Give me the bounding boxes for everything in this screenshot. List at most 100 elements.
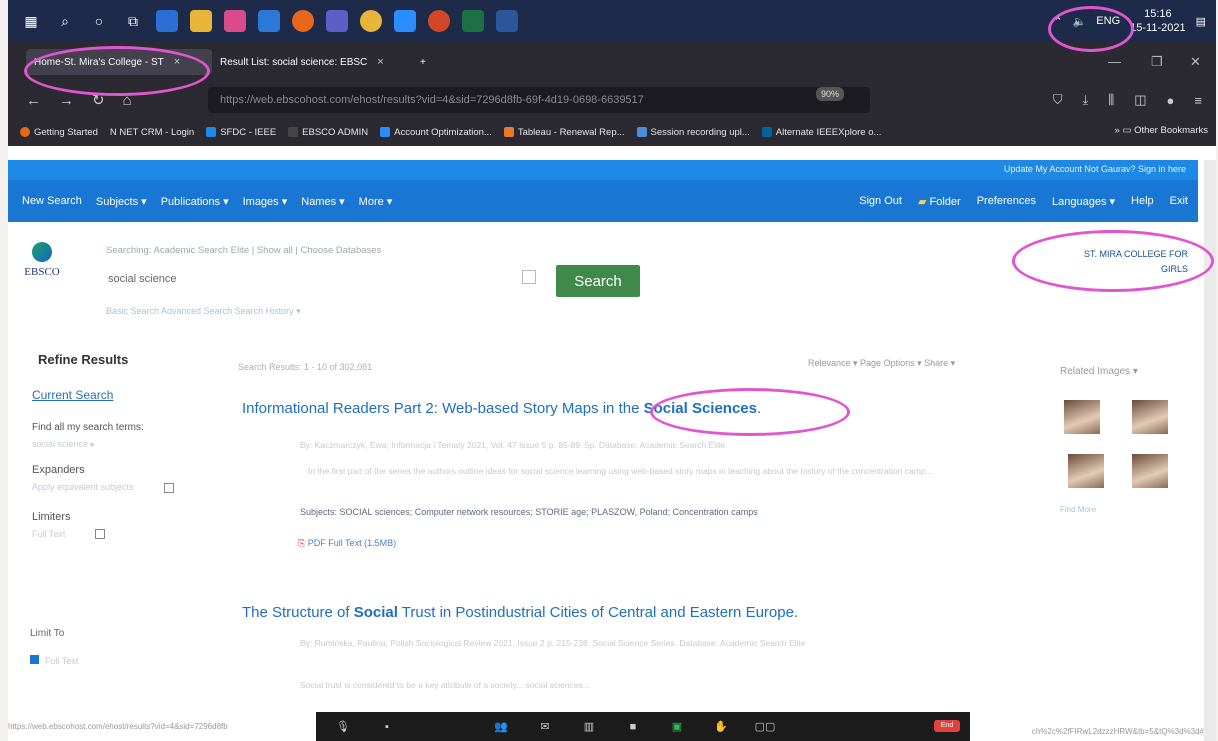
- minimize-icon[interactable]: —: [1108, 54, 1121, 69]
- chat-icon[interactable]: ✉: [528, 720, 562, 733]
- task-view-icon[interactable]: ⧉: [122, 10, 144, 32]
- sort-options[interactable]: Relevance ▾ Page Options ▾ Share ▾: [808, 358, 955, 369]
- library-icon[interactable]: ⫼: [1108, 92, 1114, 108]
- current-search-link[interactable]: Current Search: [32, 388, 182, 402]
- bookmark-icon: [761, 127, 772, 137]
- languages-link[interactable]: Languages ▾: [1052, 195, 1115, 208]
- folder-link[interactable]: ▰ Folder: [918, 195, 961, 208]
- bookmark-item[interactable]: Alternate IEEEXplore o...: [761, 127, 881, 138]
- scrollbar[interactable]: [1204, 160, 1216, 741]
- download-icon[interactable]: ⤓: [1083, 92, 1089, 108]
- polls-icon[interactable]: ▥: [572, 720, 606, 733]
- search-input[interactable]: [106, 268, 520, 290]
- limiter-checkbox[interactable]: [95, 529, 106, 540]
- full-text-checkbox[interactable]: [30, 655, 39, 664]
- cortana-icon[interactable]: ○: [88, 10, 110, 32]
- close-icon[interactable]: ×: [377, 56, 383, 68]
- clock[interactable]: 15:16 15-11-2021: [1130, 7, 1185, 35]
- menu-new-search[interactable]: New Search: [22, 195, 82, 207]
- help-link[interactable]: Help: [1131, 195, 1154, 207]
- bookmark-item[interactable]: Account Optimization...: [380, 127, 492, 138]
- search-option-checkbox[interactable]: [522, 270, 536, 284]
- windows-start-icon[interactable]: ▦: [20, 10, 42, 32]
- excel-icon[interactable]: [462, 10, 484, 32]
- chrome-icon[interactable]: [360, 10, 382, 32]
- menu-publications[interactable]: Publications ▾: [161, 195, 229, 208]
- app-icon[interactable]: [224, 10, 246, 32]
- microphone-icon[interactable]: 🎙: [326, 720, 360, 733]
- menu-subjects[interactable]: Subjects ▾: [96, 195, 147, 208]
- notifications-icon[interactable]: ▤: [1196, 15, 1206, 28]
- share-screen-icon[interactable]: ▣: [660, 720, 694, 733]
- restore-icon[interactable]: ❐: [1151, 54, 1163, 70]
- other-bookmarks[interactable]: » ▭ Other Bookmarks: [1115, 125, 1208, 136]
- back-icon[interactable]: ←: [26, 92, 41, 109]
- exit-link[interactable]: Exit: [1170, 195, 1188, 207]
- limit-to-heading: Limit To: [30, 628, 65, 639]
- bookmark-item[interactable]: SFDC - IEEE: [206, 127, 276, 138]
- bookmark-icon: [503, 127, 514, 137]
- video-icon[interactable]: ▪: [370, 721, 404, 733]
- pdf-full-text-link[interactable]: ⎘ PDF Full Text (1.5MB): [298, 538, 396, 549]
- search-mode-links[interactable]: Basic Search Advanced Search Search Hist…: [106, 306, 301, 317]
- app-icon[interactable]: [156, 10, 178, 32]
- find-more-link[interactable]: Find More: [1060, 505, 1096, 514]
- pocket-icon[interactable]: ⛉: [1053, 92, 1063, 108]
- sign-out-link[interactable]: Sign Out: [859, 195, 902, 207]
- bookmark-item[interactable]: N NET CRM - Login: [110, 127, 194, 138]
- find-all-value[interactable]: social science ▸: [32, 439, 182, 450]
- bookmark-item[interactable]: Tableau - Renewal Rep...: [503, 127, 625, 138]
- photo-of-screen: ▦ ⌕ ○ ⧉ ⌃ 🔈 ENG 15:16 15-11-2021 ▤ Home-…: [8, 0, 1216, 741]
- expander-option[interactable]: Apply equivalent subjects: [32, 482, 182, 493]
- search-icon[interactable]: ⌕: [54, 10, 76, 32]
- related-image-thumb[interactable]: [1064, 400, 1100, 434]
- menu-names[interactable]: Names ▾: [301, 195, 344, 208]
- bookmark-item[interactable]: Getting Started: [20, 127, 98, 138]
- bookmark-item[interactable]: EBSCO ADMIN: [288, 127, 368, 138]
- related-image-thumb[interactable]: [1132, 400, 1168, 434]
- menu-more[interactable]: More ▾: [359, 195, 393, 208]
- word-icon[interactable]: [496, 10, 518, 32]
- teams-icon[interactable]: [326, 10, 348, 32]
- search-button[interactable]: Search: [556, 265, 640, 297]
- participants-icon[interactable]: 👥: [484, 720, 518, 733]
- expander-label: Apply equivalent subjects: [32, 482, 134, 492]
- account-links[interactable]: Update My Account Not Gaurav? Sign in he…: [1004, 164, 1186, 174]
- new-tab-button[interactable]: +: [412, 49, 434, 75]
- limiter-option[interactable]: Full Text: [32, 529, 182, 540]
- forward-icon[interactable]: →: [59, 92, 74, 109]
- menu-images[interactable]: Images ▾: [243, 195, 288, 208]
- ebsco-logo[interactable]: EBSCO: [22, 242, 62, 292]
- bookmark-item[interactable]: Session recording upl...: [636, 127, 750, 138]
- menu-icon[interactable]: ≡: [1194, 93, 1202, 108]
- firefox-icon[interactable]: [292, 10, 314, 32]
- chat-bubble-icon[interactable]: ■: [616, 721, 650, 733]
- tab-label: Result List: social science: EBSC: [220, 56, 368, 68]
- annotation-circle: [1048, 6, 1134, 52]
- bookmark-icon: [288, 127, 299, 137]
- zoom-icon[interactable]: [394, 10, 416, 32]
- close-window-icon[interactable]: ✕: [1190, 54, 1201, 70]
- powerpoint-icon[interactable]: [428, 10, 450, 32]
- outlook-icon[interactable]: [258, 10, 280, 32]
- preferences-link[interactable]: Preferences: [977, 195, 1036, 207]
- end-meeting-button[interactable]: End: [934, 720, 960, 732]
- result-subjects[interactable]: Subjects: SOCIAL sciences; Computer netw…: [300, 507, 758, 517]
- expander-checkbox[interactable]: [163, 482, 174, 493]
- bookmark-label: Account Optimization...: [394, 126, 492, 138]
- related-image-thumb[interactable]: [1132, 454, 1168, 488]
- breakout-rooms-icon[interactable]: ▢▢: [748, 720, 782, 733]
- zoom-level[interactable]: 90%: [816, 87, 845, 101]
- extension-icon[interactable]: ●: [1167, 93, 1175, 108]
- related-images-heading[interactable]: Related Images ▾: [1060, 366, 1138, 377]
- tab-result-list[interactable]: Result List: social science: EBSC ×: [212, 49, 418, 75]
- related-image-thumb[interactable]: [1068, 454, 1104, 488]
- result-title-2[interactable]: The Structure of Social Trust in Postind…: [242, 604, 798, 621]
- url-bar[interactable]: https://web.ebscohost.com/ehost/results?…: [208, 87, 870, 113]
- bookmark-label: EBSCO ADMIN: [302, 126, 369, 138]
- searching-databases[interactable]: Searching: Academic Search Elite | Show …: [106, 245, 381, 256]
- raise-hand-icon[interactable]: ✋: [704, 720, 738, 733]
- file-explorer-icon[interactable]: [190, 10, 212, 32]
- pdf-icon: ⎘: [298, 538, 306, 548]
- sidebar-icon[interactable]: ◫: [1134, 92, 1146, 108]
